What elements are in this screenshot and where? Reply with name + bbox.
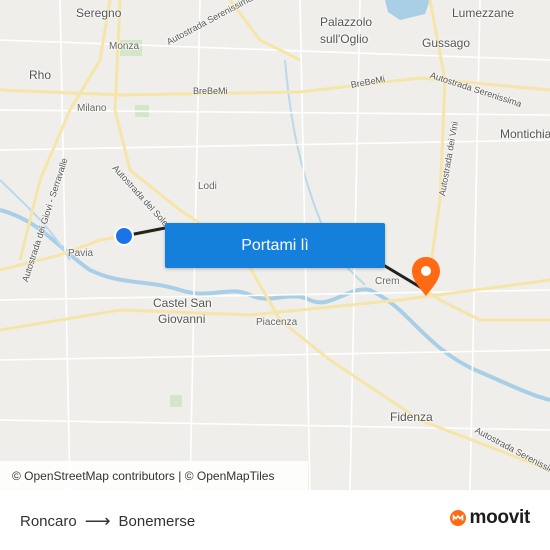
park <box>170 395 182 407</box>
map-attribution[interactable]: © OpenStreetMap contributors | © OpenMap… <box>0 461 308 490</box>
destination-marker-icon <box>412 257 440 296</box>
destination-name: Bonemerse <box>118 513 196 530</box>
lake <box>385 0 430 20</box>
map-label-gussago: Gussago <box>422 36 471 50</box>
route-summary: Roncaro ⟶ Bonemerse <box>20 511 195 532</box>
map-label-monza: Monza <box>109 41 140 52</box>
moovit-logo[interactable]: moovit <box>449 507 530 529</box>
map-label-rho: Rho <box>29 68 52 82</box>
origin-marker <box>114 226 134 246</box>
moovit-pin-icon <box>449 510 466 526</box>
map-label-lumezzane: Lumezzane <box>452 6 515 20</box>
map-label-palazzolo: Palazzolo <box>320 15 373 29</box>
map-label-castel-san: Castel San <box>153 296 212 310</box>
arrow-right-icon: ⟶ <box>84 511 111 531</box>
map-label-sull-oglio: sull'Oglio <box>320 32 369 46</box>
brand-name: moovit <box>469 507 531 528</box>
take-me-there-button[interactable]: Portami lì <box>165 223 385 268</box>
map-label-lodi: Lodi <box>198 181 217 192</box>
map-label-seregno: Seregno <box>76 6 122 20</box>
origin-name: Roncaro <box>20 513 77 530</box>
map[interactable]: Seregno Monza Rho Milano Palazzolo sull'… <box>0 0 550 490</box>
map-label-montichiari: Montichia <box>500 127 550 141</box>
map-label-giovanni: Giovanni <box>158 312 206 326</box>
road-label-brebemi: BreBeMi <box>193 86 228 96</box>
map-label-piacenza: Piacenza <box>256 317 298 328</box>
map-label-fidenza: Fidenza <box>390 410 433 424</box>
map-label-milano: Milano <box>77 103 107 114</box>
map-label-pavia: Pavia <box>68 248 94 259</box>
map-label-cremona: Crem <box>375 276 400 287</box>
